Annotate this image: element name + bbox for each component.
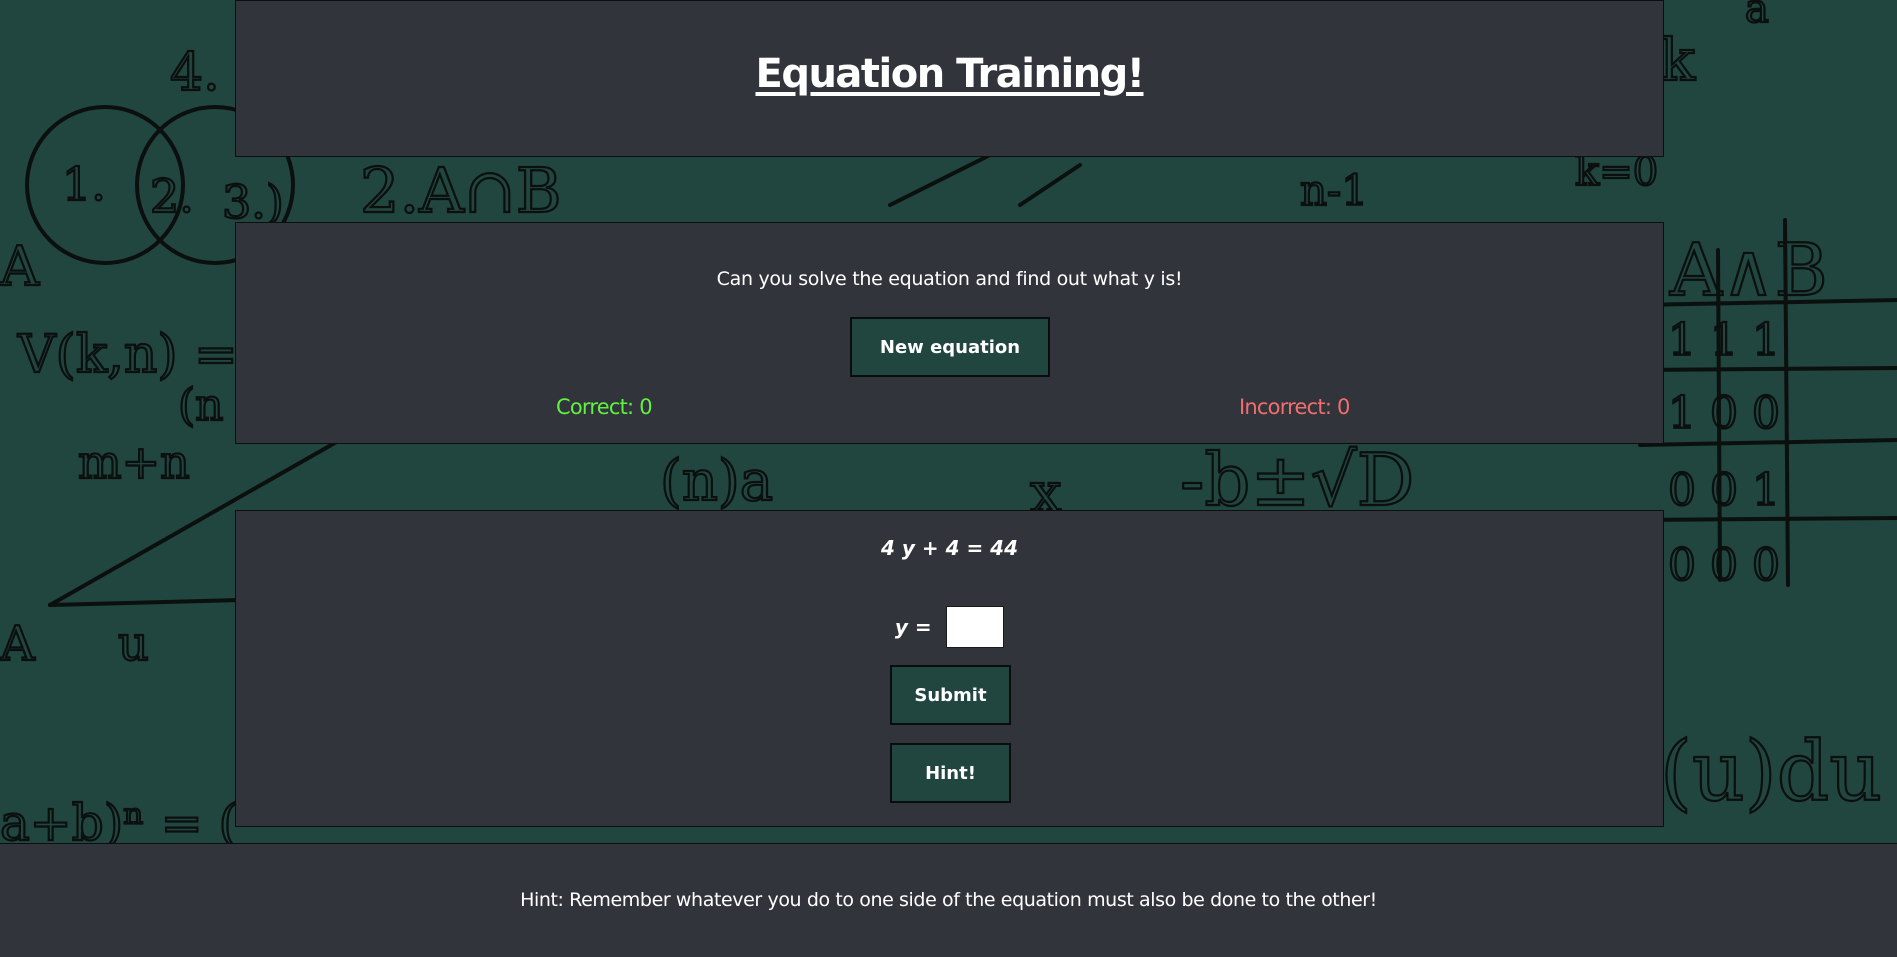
svg-text:0 0 0: 0 0 0	[1668, 540, 1780, 591]
svg-text:m+n: m+n	[78, 435, 190, 489]
svg-text:4.: 4.	[170, 43, 220, 103]
svg-text:0 0 1: 0 0 1	[1668, 465, 1780, 516]
new-equation-button[interactable]: New equation	[850, 317, 1050, 377]
svg-text:A: A	[0, 235, 40, 298]
svg-text:(u)du: (u)du	[1660, 725, 1882, 820]
answer-input[interactable]	[946, 606, 1005, 648]
answer-label: y =	[894, 615, 932, 639]
stats-panel: Can you solve the equation and find out …	[235, 222, 1664, 444]
svg-text:1 1 1: 1 1 1	[1668, 315, 1780, 366]
incorrect-count: Incorrect: 0	[1239, 395, 1350, 419]
instructions-text: Can you solve the equation and find out …	[716, 268, 1183, 290]
hint-button[interactable]: Hint!	[890, 743, 1011, 803]
svg-text:1 0 0: 1 0 0	[1668, 388, 1780, 439]
svg-text:A∧B: A∧B	[1669, 228, 1828, 312]
equation-panel: 4 y + 4 = 44 y = Submit Hint!	[235, 510, 1664, 827]
svg-text:1.: 1.	[62, 157, 106, 211]
svg-text:2.: 2.	[150, 169, 194, 223]
equation-expression: 4 y + 4 = 44	[880, 536, 1019, 560]
svg-text:u: u	[118, 616, 149, 672]
hint-text: Hint: Remember whatever you do to one si…	[520, 889, 1377, 911]
header-panel: Equation Training!	[235, 0, 1664, 157]
page-title: Equation Training!	[755, 51, 1146, 97]
svg-text:3.): 3.)	[222, 175, 284, 229]
svg-text:n-1: n-1	[1300, 166, 1368, 215]
svg-text:k: k	[1660, 26, 1696, 94]
svg-text:A: A	[0, 616, 36, 672]
correct-count: Correct: 0	[556, 395, 653, 419]
hint-footer: Hint: Remember whatever you do to one si…	[0, 843, 1897, 957]
svg-text:a: a	[1745, 0, 1769, 32]
svg-text:(n: (n	[178, 380, 224, 431]
svg-text:2.A∩B: 2.A∩B	[360, 154, 561, 227]
svg-text:(n)a: (n)a	[660, 449, 773, 514]
answer-row: y =	[236, 606, 1663, 650]
submit-button[interactable]: Submit	[890, 665, 1011, 725]
